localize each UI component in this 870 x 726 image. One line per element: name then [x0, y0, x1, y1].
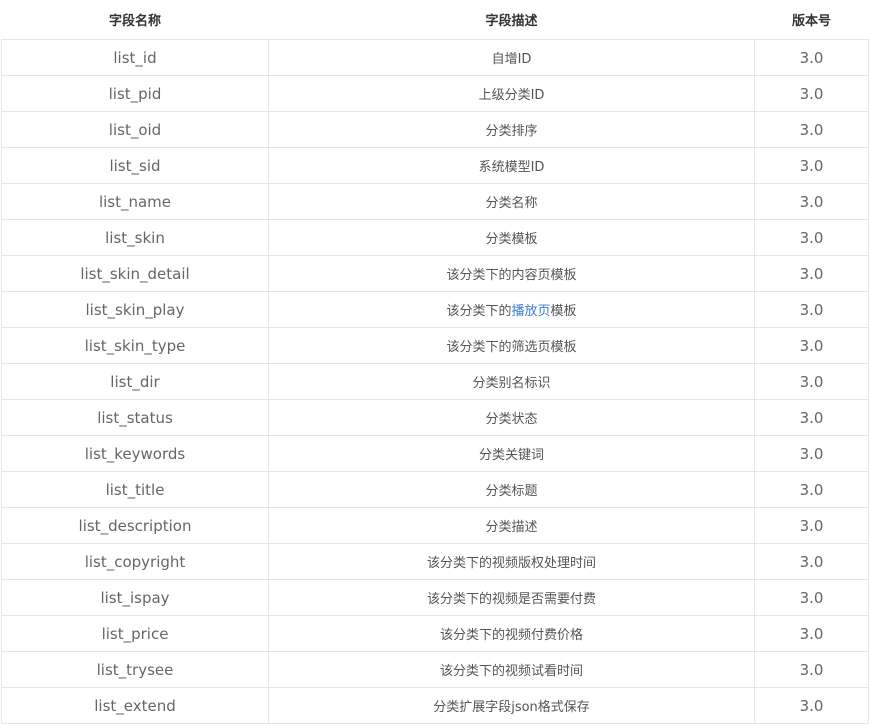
- field-description-cell: 分类排序: [268, 111, 755, 148]
- field-name-cell: list_skin_detail: [1, 255, 269, 292]
- version-cell: 3.0: [754, 183, 869, 220]
- table-row: list_extend 分类扩展字段json格式保存 3.0: [1, 687, 869, 724]
- field-name-cell: list_price: [1, 615, 269, 652]
- version-cell: 3.0: [754, 399, 869, 436]
- table-row: list_status 分类状态 3.0: [1, 399, 869, 436]
- field-name-cell: list_pid: [1, 75, 269, 112]
- field-description-cell: 该分类下的视频是否需要付费: [268, 579, 755, 616]
- field-name-cell: list_sid: [1, 147, 269, 184]
- version-cell: 3.0: [754, 435, 869, 472]
- field-name-cell: list_keywords: [1, 435, 269, 472]
- play-page-link[interactable]: 播放页: [511, 304, 550, 319]
- page: 字段名称 字段描述 版本号 list_id 自增ID 3.0 list_pid …: [0, 0, 870, 726]
- field-description-cell: 分类关键词: [268, 435, 755, 472]
- table-row: list_oid 分类排序 3.0: [1, 111, 869, 148]
- field-table: 字段名称 字段描述 版本号 list_id 自增ID 3.0 list_pid …: [1, 0, 869, 724]
- table-row: list_description 分类描述 3.0: [1, 507, 869, 544]
- table-row: list_copyright 该分类下的视频版权处理时间 3.0: [1, 543, 869, 580]
- table-row: list_skin_detail 该分类下的内容页模板 3.0: [1, 255, 869, 292]
- field-description-cell: 分类名称: [268, 183, 755, 220]
- version-cell: 3.0: [754, 579, 869, 616]
- version-cell: 3.0: [754, 327, 869, 364]
- table-row: list_keywords 分类关键词 3.0: [1, 435, 869, 472]
- table-row: list_price 该分类下的视频付费价格 3.0: [1, 615, 869, 652]
- version-cell: 3.0: [754, 39, 869, 76]
- version-cell: 3.0: [754, 543, 869, 580]
- version-cell: 3.0: [754, 687, 869, 724]
- field-description-cell: 上级分类ID: [268, 75, 755, 112]
- version-cell: 3.0: [754, 471, 869, 508]
- field-name-cell: list_skin_type: [1, 327, 269, 364]
- field-name-cell: list_ispay: [1, 579, 269, 616]
- table-row: list_name 分类名称 3.0: [1, 183, 869, 220]
- table-body: list_id 自增ID 3.0 list_pid 上级分类ID 3.0 lis…: [1, 39, 869, 724]
- field-name-cell: list_id: [1, 39, 269, 76]
- field-description-cell: 自增ID: [268, 39, 755, 76]
- table-row: list_trysee 该分类下的视频试看时间 3.0: [1, 651, 869, 688]
- version-cell: 3.0: [754, 507, 869, 544]
- table-header: 字段名称 字段描述 版本号: [1, 0, 869, 40]
- table-row: list_pid 上级分类ID 3.0: [1, 75, 869, 112]
- version-cell: 3.0: [754, 615, 869, 652]
- field-name-cell: list_status: [1, 399, 269, 436]
- description-prefix: 该分类下的: [446, 304, 512, 319]
- table-row: list_skin_play 该分类下的播放页模板 3.0: [1, 291, 869, 328]
- field-description-cell: 该分类下的视频版权处理时间: [268, 543, 755, 580]
- field-name-cell: list_skin_play: [1, 291, 269, 328]
- field-name-cell: list_oid: [1, 111, 269, 148]
- version-cell: 3.0: [754, 291, 869, 328]
- field-description-cell: 分类状态: [268, 399, 755, 436]
- field-description-cell: 分类扩展字段json格式保存: [268, 687, 755, 724]
- field-description-cell: 分类标题: [268, 471, 755, 508]
- version-cell: 3.0: [754, 219, 869, 256]
- version-cell: 3.0: [754, 363, 869, 400]
- version-cell: 3.0: [754, 255, 869, 292]
- field-description-cell: 该分类下的筛选页模板: [268, 327, 755, 364]
- field-description-cell: 该分类下的播放页模板: [268, 291, 755, 328]
- header-row: 字段名称 字段描述 版本号: [1, 0, 869, 40]
- field-description-cell: 分类别名标识: [268, 363, 755, 400]
- header-field-name: 字段名称: [1, 0, 269, 40]
- field-name-cell: list_extend: [1, 687, 269, 724]
- header-version: 版本号: [754, 0, 869, 40]
- field-name-cell: list_dir: [1, 363, 269, 400]
- field-name-cell: list_name: [1, 183, 269, 220]
- field-description-cell: 该分类下的视频试看时间: [268, 651, 755, 688]
- table-row: list_title 分类标题 3.0: [1, 471, 869, 508]
- version-cell: 3.0: [754, 651, 869, 688]
- header-field-description: 字段描述: [268, 0, 755, 40]
- field-name-cell: list_description: [1, 507, 269, 544]
- field-description-cell: 该分类下的内容页模板: [268, 255, 755, 292]
- table-row: list_ispay 该分类下的视频是否需要付费 3.0: [1, 579, 869, 616]
- field-name-cell: list_trysee: [1, 651, 269, 688]
- description-suffix: 模板: [550, 304, 577, 319]
- field-description-cell: 分类模板: [268, 219, 755, 256]
- field-name-cell: list_skin: [1, 219, 269, 256]
- version-cell: 3.0: [754, 111, 869, 148]
- table-row: list_skin_type 该分类下的筛选页模板 3.0: [1, 327, 869, 364]
- field-name-cell: list_copyright: [1, 543, 269, 580]
- field-name-cell: list_title: [1, 471, 269, 508]
- version-cell: 3.0: [754, 75, 869, 112]
- field-description-cell: 分类描述: [268, 507, 755, 544]
- version-cell: 3.0: [754, 147, 869, 184]
- field-description-cell: 系统模型ID: [268, 147, 755, 184]
- table-row: list_dir 分类别名标识 3.0: [1, 363, 869, 400]
- table-row: list_id 自增ID 3.0: [1, 39, 869, 76]
- table-row: list_skin 分类模板 3.0: [1, 219, 869, 256]
- table-row: list_sid 系统模型ID 3.0: [1, 147, 869, 184]
- field-description-cell: 该分类下的视频付费价格: [268, 615, 755, 652]
